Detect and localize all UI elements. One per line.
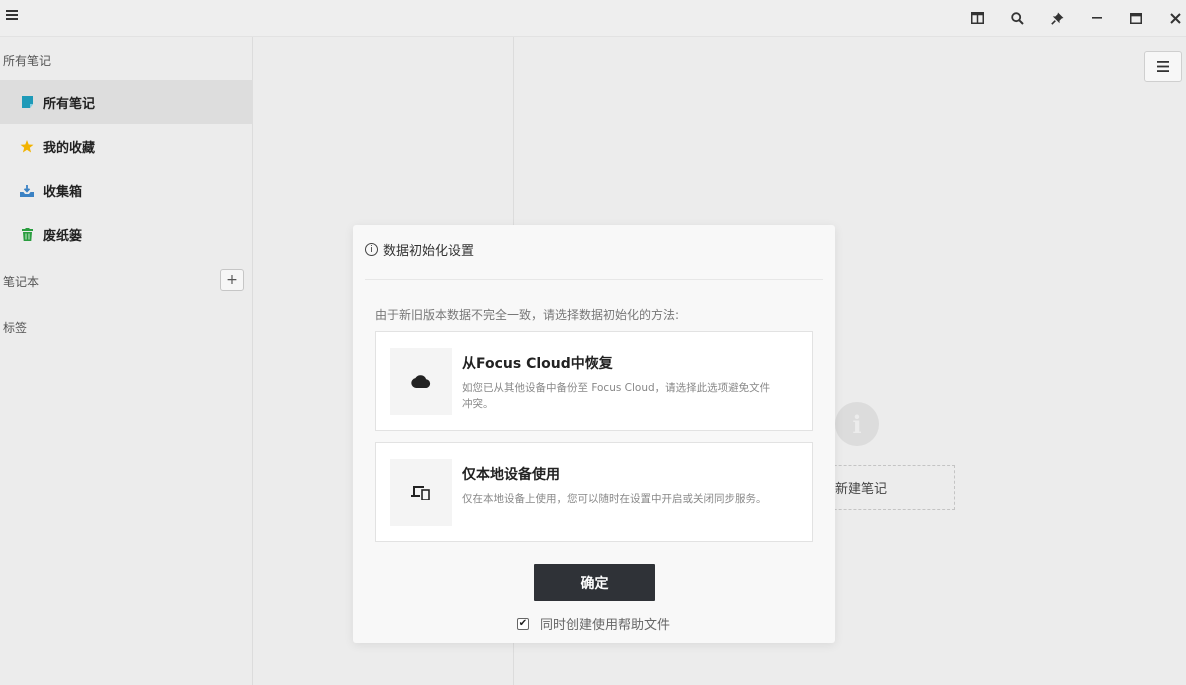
dialog-header: i 数据初始化设置: [365, 240, 823, 280]
option-description: 如您已从其他设备中备份至 Focus Cloud，请选择此选项避免文件冲突。: [462, 382, 771, 410]
add-notebook-button[interactable]: +: [220, 269, 244, 291]
option-local-only[interactable]: 仅本地设备使用 仅在本地设备上使用，您可以随时在设置中开启或关闭同步服务。: [375, 442, 813, 542]
close-icon[interactable]: [1161, 4, 1186, 32]
new-note-label: 新建笔记: [835, 482, 888, 497]
sidebar-item-favorites[interactable]: 我的收藏: [0, 124, 253, 168]
new-note-button[interactable]: 新建笔记: [814, 465, 955, 510]
sidebar-item-label: 收集箱: [43, 184, 83, 200]
app-menu-icon[interactable]: [6, 9, 18, 21]
all-notes-section-label: 所有笔记: [3, 54, 52, 68]
sidebar: 所有笔记 所有笔记 我的收藏 收集箱 废纸篓 笔记本 + 标签: [0, 37, 253, 685]
sidebar-item-inbox[interactable]: 收集箱: [0, 168, 253, 212]
init-settings-dialog: i 数据初始化设置 由于新旧版本数据不完全一致，请选择数据初始化的方法: 从Fo…: [353, 225, 835, 643]
option-restore-cloud[interactable]: 从Focus Cloud中恢复 如您已从其他设备中备份至 Focus Cloud…: [375, 331, 813, 431]
pin-icon[interactable]: [1043, 4, 1071, 32]
dialog-description: 由于新旧版本数据不完全一致，请选择数据初始化的方法:: [375, 308, 680, 322]
sidebar-item-label: 我的收藏: [43, 140, 96, 156]
info-icon: i: [365, 243, 378, 256]
sidebar-item-label: 所有笔记: [43, 96, 96, 112]
editor-menu-button[interactable]: [1144, 51, 1182, 82]
option-title: 仅本地设备使用: [462, 467, 560, 483]
maximize-icon[interactable]: [1122, 4, 1150, 32]
cloud-icon: [390, 348, 452, 415]
info-icon: i: [835, 402, 879, 446]
note-icon: [20, 95, 34, 109]
inbox-icon: [20, 183, 34, 197]
star-icon: [20, 139, 34, 153]
sidebar-item-label: 废纸篓: [43, 228, 83, 244]
sidebar-item-trash[interactable]: 废纸篓: [0, 212, 253, 256]
tags-section-label: 标签: [3, 321, 28, 335]
help-file-checkbox[interactable]: ✔: [517, 617, 529, 630]
trash-icon: [20, 227, 34, 241]
minimize-icon[interactable]: [1083, 4, 1111, 32]
title-bar: [0, 0, 1186, 37]
sidebar-item-all-notes[interactable]: 所有笔记: [0, 80, 253, 124]
layout-icon[interactable]: [963, 4, 991, 32]
confirm-button[interactable]: 确定: [534, 564, 655, 601]
help-file-label: 同时创建使用帮助文件: [540, 618, 671, 633]
devices-icon: [390, 459, 452, 526]
help-file-option: ✔ 同时创建使用帮助文件: [517, 614, 670, 633]
hamburger-icon: [1157, 57, 1169, 76]
option-title: 从Focus Cloud中恢复: [462, 356, 613, 372]
search-icon[interactable]: [1003, 4, 1031, 32]
option-description: 仅在本地设备上使用，您可以随时在设置中开启或关闭同步服务。: [462, 493, 767, 505]
notebooks-section-label: 笔记本: [3, 275, 40, 289]
dialog-title: 数据初始化设置: [383, 244, 475, 259]
